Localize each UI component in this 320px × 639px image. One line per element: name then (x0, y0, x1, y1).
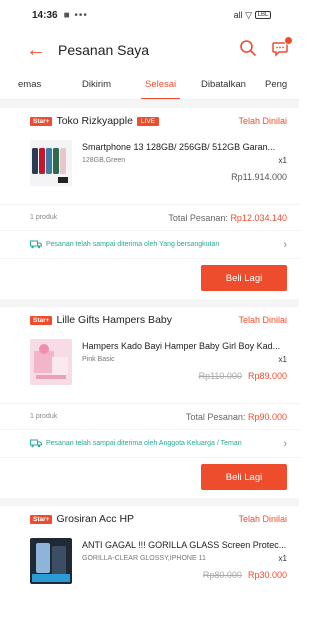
star-plus-badge: Star+ (30, 116, 53, 126)
order-total: Total Pesanan: Rp12.034.140 (168, 213, 287, 223)
chevron-right-icon: › (283, 437, 287, 450)
product-row[interactable]: Hampers Kado Bayi Hamper Baby Girl Boy K… (0, 333, 299, 397)
product-image (30, 140, 72, 186)
product-price: Rp30.000 (247, 570, 287, 580)
chat-notification-dot (284, 35, 293, 45)
order-status: Telah Dinilai (238, 514, 287, 524)
total-row: 1 produk Total Pesanan: Rp90.000 (0, 403, 299, 429)
tab-dikirim[interactable]: Dikirim (82, 70, 111, 99)
order-status-tabs: emas Dikirim Selesai Dibatalkan Peng (0, 70, 299, 100)
buy-again-button[interactable]: Beli Lagi (201, 464, 287, 490)
action-row: Beli Lagi (0, 258, 299, 299)
order-card[interactable]: Star+ Grosiran Acc HP Telah Dinilai ANTI… (0, 506, 299, 596)
shop-name[interactable]: Grosiran Acc HP (56, 513, 134, 525)
back-arrow-icon[interactable]: ← (26, 40, 52, 60)
variant-row: GORILLA-CLEAR GLOSSY,IPHONE 11 x1 (82, 554, 287, 563)
order-total: Total Pesanan: Rp90.000 (186, 412, 287, 422)
product-qty: x1 (278, 554, 287, 563)
delivery-status-row[interactable]: Pesanan telah sampai diterima oleh Anggo… (0, 429, 299, 457)
order-card[interactable]: Star+ Lille Gifts Hampers Baby Telah Din… (0, 307, 299, 498)
battery-icon: LBL (255, 11, 271, 19)
product-info: Hampers Kado Bayi Hamper Baby Girl Boy K… (82, 339, 287, 397)
phone-screen: 14:36 ■ ••• all ▽ LBL ← Pesanan Saya ema… (0, 0, 299, 639)
original-price: Rp80.000 (202, 570, 242, 580)
order-status: Telah Dinilai (238, 315, 287, 325)
product-variant: GORILLA-CLEAR GLOSSY,IPHONE 11 (82, 555, 206, 562)
header-actions (239, 35, 293, 62)
separator (0, 299, 299, 307)
product-price: Rp11.914.000 (231, 172, 287, 182)
product-info: ANTI GAGAL !!! GORILLA GLASS Screen Prot… (82, 538, 287, 596)
total-label: Total Pesanan: (168, 212, 228, 223)
product-variant: 128GB,Green (82, 157, 126, 164)
product-name: ANTI GAGAL !!! GORILLA GLASS Screen Prot… (82, 540, 287, 550)
variant-row: Pink Basic x1 (82, 355, 287, 364)
signal-icon: all ▽ (233, 9, 252, 20)
total-row: 1 produk Total Pesanan: Rp12.034.140 (0, 204, 299, 230)
product-image (30, 538, 72, 584)
star-plus-badge: Star+ (30, 315, 53, 325)
tab-dibatalkan[interactable]: Dibatalkan (201, 70, 246, 99)
total-amount: Rp90.000 (247, 411, 287, 422)
product-qty: x1 (278, 355, 287, 364)
product-count: 1 produk (30, 413, 58, 420)
truck-icon (30, 240, 42, 249)
chevron-right-icon: › (283, 238, 287, 251)
delivery-status-text: Pesanan telah sampai diterima oleh Yang … (46, 241, 220, 248)
shop-row: Star+ Grosiran Acc HP Telah Dinilai (0, 506, 299, 532)
chat-icon[interactable] (271, 35, 293, 62)
status-time: 14:36 (32, 9, 58, 21)
delivery-status-row[interactable]: Pesanan telah sampai diterima oleh Yang … (0, 230, 299, 258)
product-row[interactable]: Smartphone 13 128GB/ 256GB/ 512GB Garan.… (0, 134, 299, 198)
product-row[interactable]: ANTI GAGAL !!! GORILLA GLASS Screen Prot… (0, 532, 299, 596)
tab-selesai[interactable]: Selesai (140, 70, 181, 99)
page-title: Pesanan Saya (58, 42, 150, 58)
original-price: Rp110.000 (198, 371, 242, 381)
variant-row: 128GB,Green x1 (82, 156, 287, 165)
tab-pengembalian[interactable]: Peng (265, 70, 287, 99)
delivery-status-text: Pesanan telah sampai diterima oleh Anggo… (46, 440, 242, 447)
product-info: Smartphone 13 128GB/ 256GB/ 512GB Garan.… (82, 140, 287, 198)
order-card[interactable]: Star+ Toko Rizkyapple LIVE Telah Dinilai… (0, 108, 299, 299)
separator (0, 498, 299, 506)
buy-again-button[interactable]: Beli Lagi (201, 265, 287, 291)
action-row: Beli Lagi (0, 457, 299, 498)
product-name: Hampers Kado Bayi Hamper Baby Girl Boy K… (82, 341, 281, 351)
notification-icons: ■ ••• (63, 9, 88, 21)
app-header: ← Pesanan Saya (0, 30, 299, 70)
tab-emas[interactable]: emas (18, 70, 41, 99)
product-variant: Pink Basic (82, 356, 115, 363)
product-name: Smartphone 13 128GB/ 256GB/ 512GB Garan.… (82, 142, 276, 152)
shop-name[interactable]: Lille Gifts Hampers Baby (56, 314, 172, 326)
product-count: 1 produk (30, 214, 58, 221)
search-icon[interactable] (239, 39, 257, 62)
live-badge: LIVE (136, 116, 159, 126)
truck-icon (30, 439, 42, 448)
total-label: Total Pesanan: (185, 411, 246, 422)
price-row: Rp11.914.000 (82, 172, 287, 182)
shop-row: Star+ Lille Gifts Hampers Baby Telah Din… (0, 307, 299, 333)
status-bar: 14:36 ■ ••• all ▽ LBL (0, 0, 299, 30)
total-amount: Rp12.034.140 (230, 212, 287, 223)
shop-row: Star+ Toko Rizkyapple LIVE Telah Dinilai (0, 108, 299, 134)
product-image (30, 339, 72, 385)
product-price: Rp89.000 (247, 371, 287, 381)
product-qty: x1 (278, 156, 287, 165)
order-status: Telah Dinilai (238, 116, 287, 126)
shop-name[interactable]: Toko Rizkyapple (56, 115, 132, 127)
status-right: all ▽ LBL (234, 10, 271, 21)
price-row: Rp80.000 Rp30.000 (82, 570, 287, 580)
star-plus-badge: Star+ (30, 514, 53, 524)
separator (0, 100, 299, 108)
price-row: Rp110.000 Rp89.000 (82, 371, 287, 381)
